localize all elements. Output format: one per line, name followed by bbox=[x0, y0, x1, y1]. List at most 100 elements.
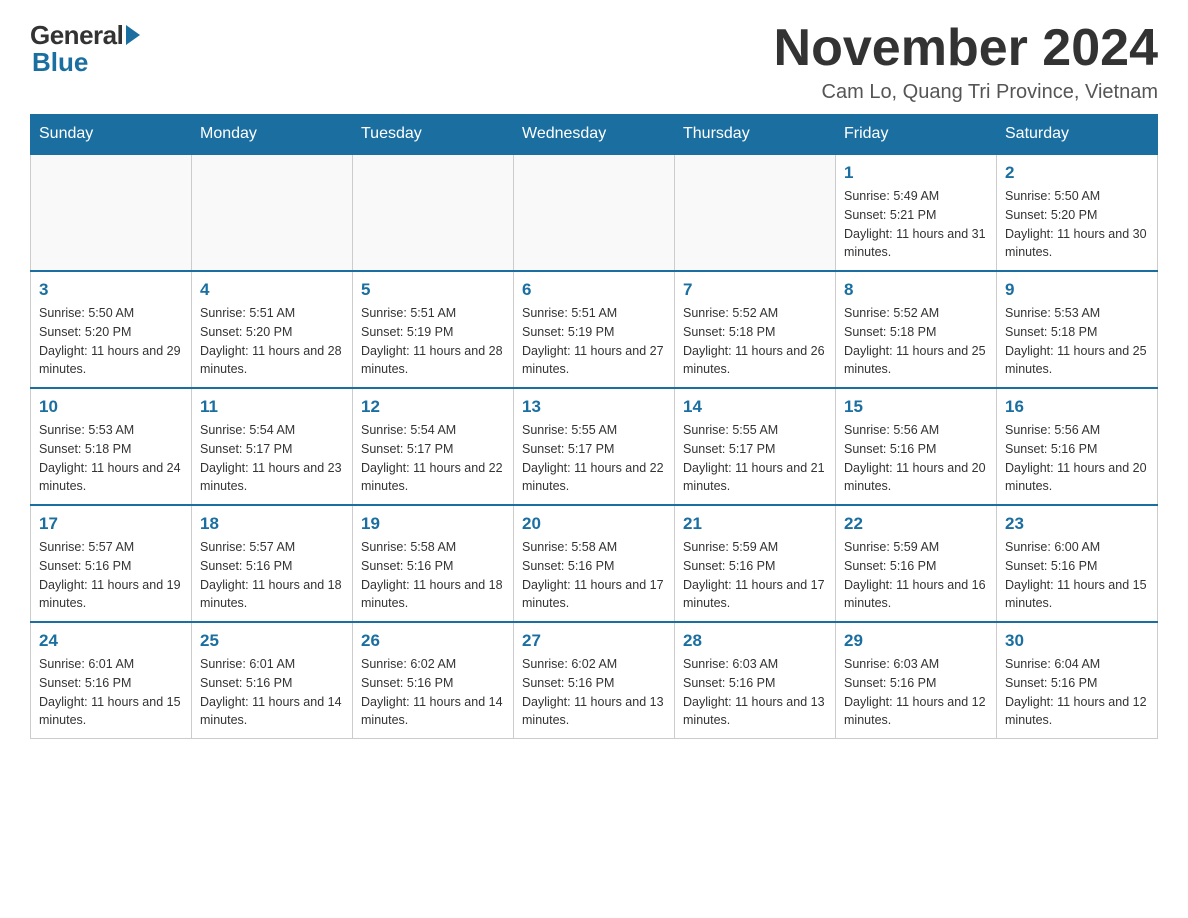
calendar-day-header: Tuesday bbox=[353, 115, 514, 155]
day-info: Sunrise: 5:59 AMSunset: 5:16 PMDaylight:… bbox=[683, 538, 827, 613]
day-info: Sunrise: 6:04 AMSunset: 5:16 PMDaylight:… bbox=[1005, 655, 1149, 730]
day-info: Sunrise: 5:53 AMSunset: 5:18 PMDaylight:… bbox=[1005, 304, 1149, 379]
calendar-cell: 23 Sunrise: 6:00 AMSunset: 5:16 PMDayligh… bbox=[997, 505, 1158, 622]
calendar-cell: 2 Sunrise: 5:50 AMSunset: 5:20 PMDaylight… bbox=[997, 154, 1158, 271]
calendar-day-header: Friday bbox=[836, 115, 997, 155]
calendar-cell bbox=[514, 154, 675, 271]
day-number: 29 bbox=[844, 631, 988, 651]
month-title: November 2024 bbox=[774, 20, 1158, 77]
day-info: Sunrise: 5:50 AMSunset: 5:20 PMDaylight:… bbox=[39, 304, 183, 379]
calendar-cell: 11 Sunrise: 5:54 AMSunset: 5:17 PMDayligh… bbox=[192, 388, 353, 505]
day-info: Sunrise: 5:57 AMSunset: 5:16 PMDaylight:… bbox=[39, 538, 183, 613]
day-number: 4 bbox=[200, 280, 344, 300]
day-info: Sunrise: 5:58 AMSunset: 5:16 PMDaylight:… bbox=[361, 538, 505, 613]
day-number: 2 bbox=[1005, 163, 1149, 183]
day-number: 12 bbox=[361, 397, 505, 417]
day-number: 20 bbox=[522, 514, 666, 534]
calendar-week-row: 3 Sunrise: 5:50 AMSunset: 5:20 PMDaylight… bbox=[31, 271, 1158, 388]
day-info: Sunrise: 5:54 AMSunset: 5:17 PMDaylight:… bbox=[361, 421, 505, 496]
day-number: 14 bbox=[683, 397, 827, 417]
logo: General Blue bbox=[30, 20, 140, 78]
calendar-table: SundayMondayTuesdayWednesdayThursdayFrid… bbox=[30, 114, 1158, 739]
page-header: General Blue November 2024 Cam Lo, Quang… bbox=[30, 20, 1158, 104]
day-number: 18 bbox=[200, 514, 344, 534]
day-info: Sunrise: 5:52 AMSunset: 5:18 PMDaylight:… bbox=[683, 304, 827, 379]
calendar-cell: 22 Sunrise: 5:59 AMSunset: 5:16 PMDayligh… bbox=[836, 505, 997, 622]
calendar-day-header: Saturday bbox=[997, 115, 1158, 155]
day-info: Sunrise: 6:00 AMSunset: 5:16 PMDaylight:… bbox=[1005, 538, 1149, 613]
calendar-cell: 17 Sunrise: 5:57 AMSunset: 5:16 PMDayligh… bbox=[31, 505, 192, 622]
day-number: 1 bbox=[844, 163, 988, 183]
calendar-week-row: 24 Sunrise: 6:01 AMSunset: 5:16 PMDayligh… bbox=[31, 622, 1158, 739]
day-info: Sunrise: 5:57 AMSunset: 5:16 PMDaylight:… bbox=[200, 538, 344, 613]
day-number: 9 bbox=[1005, 280, 1149, 300]
day-info: Sunrise: 6:02 AMSunset: 5:16 PMDaylight:… bbox=[522, 655, 666, 730]
calendar-cell: 14 Sunrise: 5:55 AMSunset: 5:17 PMDayligh… bbox=[675, 388, 836, 505]
calendar-cell bbox=[192, 154, 353, 271]
day-number: 6 bbox=[522, 280, 666, 300]
day-number: 28 bbox=[683, 631, 827, 651]
calendar-cell: 26 Sunrise: 6:02 AMSunset: 5:16 PMDayligh… bbox=[353, 622, 514, 739]
calendar-cell: 5 Sunrise: 5:51 AMSunset: 5:19 PMDaylight… bbox=[353, 271, 514, 388]
calendar-cell: 28 Sunrise: 6:03 AMSunset: 5:16 PMDayligh… bbox=[675, 622, 836, 739]
day-number: 5 bbox=[361, 280, 505, 300]
day-number: 22 bbox=[844, 514, 988, 534]
calendar-cell bbox=[675, 154, 836, 271]
day-info: Sunrise: 5:56 AMSunset: 5:16 PMDaylight:… bbox=[1005, 421, 1149, 496]
calendar-cell bbox=[353, 154, 514, 271]
calendar-cell: 16 Sunrise: 5:56 AMSunset: 5:16 PMDayligh… bbox=[997, 388, 1158, 505]
calendar-cell: 13Sunrise: 5:55 AMSunset: 5:17 PMDayligh… bbox=[514, 388, 675, 505]
day-number: 17 bbox=[39, 514, 183, 534]
day-info: Sunrise: 6:02 AMSunset: 5:16 PMDaylight:… bbox=[361, 655, 505, 730]
calendar-cell: 3 Sunrise: 5:50 AMSunset: 5:20 PMDaylight… bbox=[31, 271, 192, 388]
day-number: 7 bbox=[683, 280, 827, 300]
calendar-cell: 6 Sunrise: 5:51 AMSunset: 5:19 PMDaylight… bbox=[514, 271, 675, 388]
day-number: 21 bbox=[683, 514, 827, 534]
calendar-cell: 24 Sunrise: 6:01 AMSunset: 5:16 PMDayligh… bbox=[31, 622, 192, 739]
location: Cam Lo, Quang Tri Province, Vietnam bbox=[774, 81, 1158, 104]
day-info: Sunrise: 5:55 AMSunset: 5:17 PMDaylight:… bbox=[683, 421, 827, 496]
calendar-cell bbox=[31, 154, 192, 271]
day-info: Sunrise: 5:52 AMSunset: 5:18 PMDaylight:… bbox=[844, 304, 988, 379]
day-number: 24 bbox=[39, 631, 183, 651]
calendar-day-header: Monday bbox=[192, 115, 353, 155]
logo-blue-text: Blue bbox=[30, 47, 88, 78]
calendar-cell: 4 Sunrise: 5:51 AMSunset: 5:20 PMDaylight… bbox=[192, 271, 353, 388]
day-info: Sunrise: 5:49 AMSunset: 5:21 PMDaylight:… bbox=[844, 187, 988, 262]
day-number: 11 bbox=[200, 397, 344, 417]
calendar-week-row: 10 Sunrise: 5:53 AMSunset: 5:18 PMDayligh… bbox=[31, 388, 1158, 505]
day-info: Sunrise: 5:53 AMSunset: 5:18 PMDaylight:… bbox=[39, 421, 183, 496]
day-info: Sunrise: 5:51 AMSunset: 5:19 PMDaylight:… bbox=[361, 304, 505, 379]
day-info: Sunrise: 5:51 AMSunset: 5:19 PMDaylight:… bbox=[522, 304, 666, 379]
day-number: 19 bbox=[361, 514, 505, 534]
calendar-cell: 18 Sunrise: 5:57 AMSunset: 5:16 PMDayligh… bbox=[192, 505, 353, 622]
day-info: Sunrise: 5:59 AMSunset: 5:16 PMDaylight:… bbox=[844, 538, 988, 613]
calendar-cell: 7 Sunrise: 5:52 AMSunset: 5:18 PMDaylight… bbox=[675, 271, 836, 388]
day-number: 25 bbox=[200, 631, 344, 651]
day-number: 16 bbox=[1005, 397, 1149, 417]
calendar-cell: 21 Sunrise: 5:59 AMSunset: 5:16 PMDayligh… bbox=[675, 505, 836, 622]
calendar-cell: 9 Sunrise: 5:53 AMSunset: 5:18 PMDaylight… bbox=[997, 271, 1158, 388]
calendar-week-row: 17 Sunrise: 5:57 AMSunset: 5:16 PMDayligh… bbox=[31, 505, 1158, 622]
day-number: 15 bbox=[844, 397, 988, 417]
day-info: Sunrise: 5:54 AMSunset: 5:17 PMDaylight:… bbox=[200, 421, 344, 496]
day-info: Sunrise: 5:50 AMSunset: 5:20 PMDaylight:… bbox=[1005, 187, 1149, 262]
day-number: 30 bbox=[1005, 631, 1149, 651]
calendar-cell: 25 Sunrise: 6:01 AMSunset: 5:16 PMDayligh… bbox=[192, 622, 353, 739]
calendar-cell: 30 Sunrise: 6:04 AMSunset: 5:16 PMDayligh… bbox=[997, 622, 1158, 739]
calendar-cell: 1 Sunrise: 5:49 AMSunset: 5:21 PMDaylight… bbox=[836, 154, 997, 271]
day-number: 3 bbox=[39, 280, 183, 300]
day-info: Sunrise: 6:03 AMSunset: 5:16 PMDaylight:… bbox=[683, 655, 827, 730]
calendar-cell: 27Sunrise: 6:02 AMSunset: 5:16 PMDayligh… bbox=[514, 622, 675, 739]
day-info: Sunrise: 6:01 AMSunset: 5:16 PMDaylight:… bbox=[39, 655, 183, 730]
day-number: 26 bbox=[361, 631, 505, 651]
title-section: November 2024 Cam Lo, Quang Tri Province… bbox=[774, 20, 1158, 104]
day-info: Sunrise: 6:01 AMSunset: 5:16 PMDaylight:… bbox=[200, 655, 344, 730]
day-info: Sunrise: 6:03 AMSunset: 5:16 PMDaylight:… bbox=[844, 655, 988, 730]
calendar-cell: 20Sunrise: 5:58 AMSunset: 5:16 PMDayligh… bbox=[514, 505, 675, 622]
day-number: 23 bbox=[1005, 514, 1149, 534]
day-info: Sunrise: 5:51 AMSunset: 5:20 PMDaylight:… bbox=[200, 304, 344, 379]
calendar-week-row: 1 Sunrise: 5:49 AMSunset: 5:21 PMDaylight… bbox=[31, 154, 1158, 271]
day-number: 10 bbox=[39, 397, 183, 417]
calendar-cell: 8Sunrise: 5:52 AMSunset: 5:18 PMDaylight… bbox=[836, 271, 997, 388]
